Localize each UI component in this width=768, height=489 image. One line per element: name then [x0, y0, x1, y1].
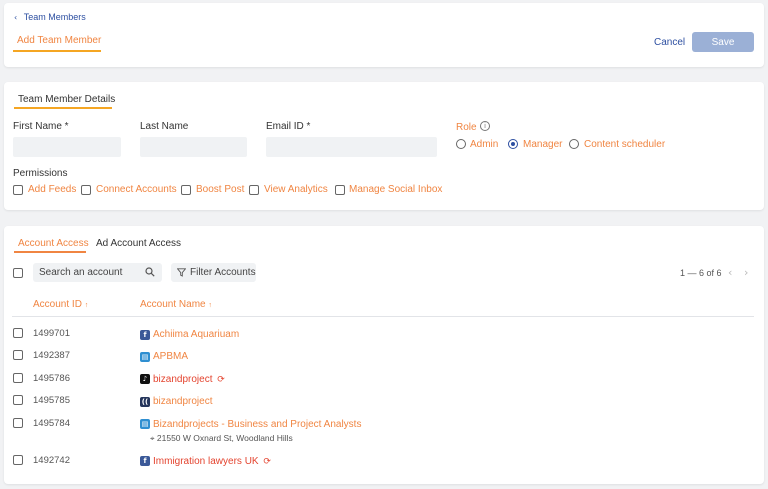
- tab-ad-account-access[interactable]: Ad Account Access: [96, 238, 181, 249]
- tiktok-icon: ♪: [140, 374, 150, 384]
- header-card: ‹ Team Members Add Team Member Cancel Sa…: [4, 3, 764, 67]
- permissions-label: Permissions: [13, 168, 68, 179]
- permission-checkbox-boost-post[interactable]: [181, 185, 191, 195]
- location-pin-icon: ⌖: [150, 434, 155, 443]
- row-checkbox[interactable]: [13, 395, 23, 405]
- breadcrumb-team-members[interactable]: Team Members: [24, 12, 86, 22]
- pagination-text: 1 — 6 of 6: [680, 268, 722, 278]
- account-name[interactable]: Achiima Aquariuam: [153, 329, 239, 340]
- row-checkbox[interactable]: [13, 418, 23, 428]
- search-input[interactable]: Search an account: [39, 267, 122, 278]
- select-all-checkbox[interactable]: [13, 268, 23, 278]
- row-checkbox[interactable]: [13, 455, 23, 465]
- role-radio-admin[interactable]: [456, 139, 466, 149]
- permission-label-manage-social-inbox[interactable]: Manage Social Inbox: [349, 184, 442, 195]
- chevron-left-icon: ‹: [14, 13, 18, 22]
- info-icon[interactable]: i: [480, 121, 490, 131]
- tab-account-access[interactable]: Account Access: [18, 238, 89, 249]
- chevron-left-icon[interactable]: ‹: [728, 266, 732, 279]
- role-radio-content-scheduler[interactable]: [569, 139, 579, 149]
- breadcrumb[interactable]: ‹ Team Members: [14, 12, 86, 22]
- refresh-icon[interactable]: ⟳: [217, 375, 225, 385]
- team-member-details-card: Team Member Details First Name * Last Na…: [4, 82, 764, 210]
- account-id: 1495786: [33, 373, 70, 384]
- column-header-account-id-label: Account ID: [33, 299, 82, 310]
- account-name[interactable]: Bizandprojects - Business and Project An…: [153, 419, 361, 430]
- first-name-input[interactable]: [13, 137, 121, 157]
- facebook-icon: f: [140, 330, 150, 340]
- column-header-account-name-label: Account Name: [140, 299, 206, 310]
- cancel-button[interactable]: Cancel: [654, 37, 685, 48]
- row-checkbox[interactable]: [13, 328, 23, 338]
- google-business-icon: ▤: [140, 419, 150, 429]
- filter-accounts-label: Filter Accounts: [190, 267, 256, 278]
- account-address: ⌖ 21550 W Oxnard St, Woodland Hills: [150, 433, 293, 444]
- tab-account-access-underline: [14, 251, 86, 253]
- permission-label-view-analytics[interactable]: View Analytics: [264, 184, 328, 195]
- page-title: Add Team Member: [17, 35, 102, 46]
- account-id: 1495785: [33, 395, 70, 406]
- account-name[interactable]: Immigration lawyers UK ⟳: [153, 456, 271, 467]
- save-button[interactable]: Save: [692, 32, 754, 52]
- account-access-card: Account Access Ad Account Access Search …: [4, 226, 764, 484]
- filter-icon: [177, 268, 186, 277]
- column-header-account-name[interactable]: Account Name ↑: [140, 299, 212, 310]
- permission-checkbox-manage-social-inbox[interactable]: [335, 185, 345, 195]
- account-name[interactable]: bizandproject: [153, 396, 212, 407]
- email-label: Email ID *: [266, 121, 311, 132]
- role-label: Role: [456, 122, 477, 133]
- chevron-right-icon[interactable]: ›: [744, 266, 748, 279]
- role-label-manager[interactable]: Manager: [523, 139, 562, 150]
- account-name-label: Immigration lawyers UK: [153, 456, 259, 467]
- role-label-admin[interactable]: Admin: [470, 139, 498, 150]
- account-id: 1495784: [33, 418, 70, 429]
- account-id: 1499701: [33, 328, 70, 339]
- table-header-divider: [12, 316, 754, 317]
- account-name-label: bizandproject: [153, 374, 213, 385]
- email-input[interactable]: [266, 137, 437, 157]
- account-address-text: 21550 W Oxnard St, Woodland Hills: [156, 433, 293, 443]
- section-title-underline: [14, 107, 112, 109]
- row-checkbox[interactable]: [13, 350, 23, 360]
- permission-label-add-feeds[interactable]: Add Feeds: [28, 184, 76, 195]
- permission-label-connect-accounts[interactable]: Connect Accounts: [96, 184, 177, 195]
- last-name-label: Last Name: [140, 121, 189, 132]
- row-checkbox[interactable]: [13, 373, 23, 383]
- sort-arrow-icon: ↑: [84, 302, 89, 309]
- permission-checkbox-add-feeds[interactable]: [13, 185, 23, 195]
- account-id: 1492387: [33, 350, 70, 361]
- section-title: Team Member Details: [18, 94, 116, 105]
- permission-checkbox-view-analytics[interactable]: [249, 185, 259, 195]
- account-id: 1492742: [33, 455, 70, 466]
- column-header-account-id[interactable]: Account ID ↑: [33, 299, 88, 310]
- google-business-icon: ▤: [140, 352, 150, 362]
- linkedin-icon: ((: [140, 397, 150, 407]
- role-radio-manager[interactable]: [508, 139, 518, 149]
- account-name[interactable]: APBMA: [153, 351, 188, 362]
- search-box[interactable]: Search an account: [33, 263, 162, 282]
- refresh-icon[interactable]: ⟳: [263, 457, 271, 467]
- permission-checkbox-connect-accounts[interactable]: [81, 185, 91, 195]
- sort-arrow-icon: ↑: [208, 302, 212, 309]
- first-name-label: First Name *: [13, 121, 69, 132]
- filter-accounts-button[interactable]: Filter Accounts: [171, 263, 256, 282]
- role-label-content-scheduler[interactable]: Content scheduler: [584, 139, 665, 150]
- page-title-underline: [13, 50, 101, 52]
- permission-label-boost-post[interactable]: Boost Post: [196, 184, 244, 195]
- facebook-icon: f: [140, 456, 150, 466]
- search-icon[interactable]: [145, 267, 155, 277]
- last-name-input[interactable]: [140, 137, 247, 157]
- account-name[interactable]: bizandproject ⟳: [153, 374, 225, 385]
